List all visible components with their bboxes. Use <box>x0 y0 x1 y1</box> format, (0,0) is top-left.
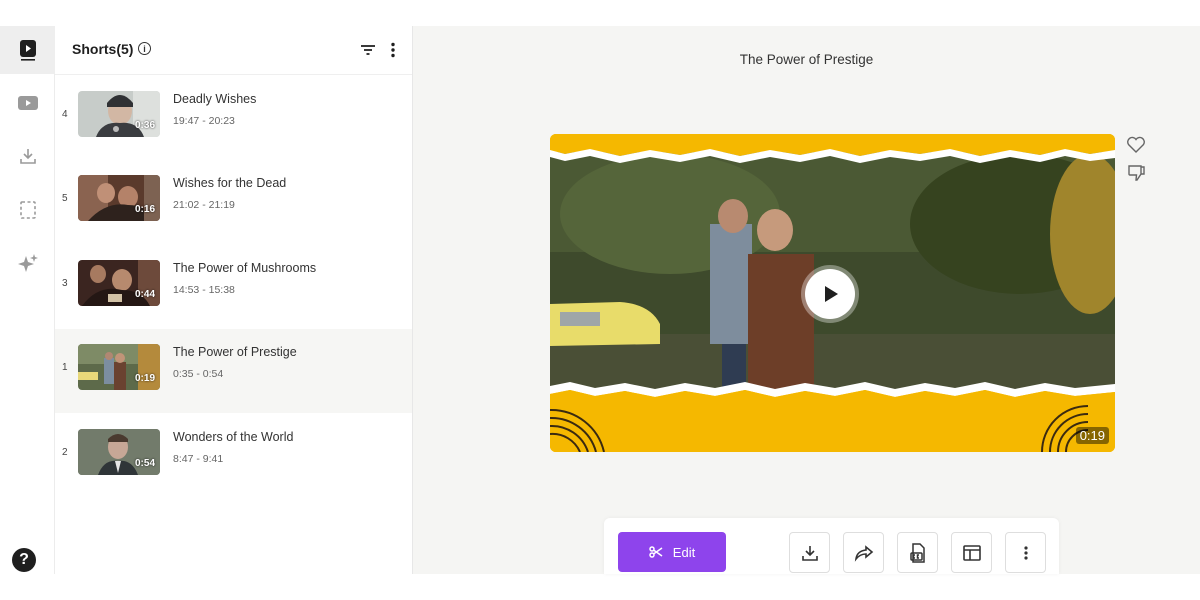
clip-time-range: 0:35 - 0:54 <box>173 368 224 380</box>
layout-button[interactable] <box>951 532 992 573</box>
clip-item-selected[interactable]: 1 0:19 The Power of Prestige 0:35 - 0:54 <box>55 329 412 413</box>
play-button[interactable] <box>805 269 855 319</box>
clip-title: Wonders of the World <box>173 430 294 444</box>
edit-label: Edit <box>672 544 696 560</box>
list-header: Shorts(5) i <box>55 26 412 75</box>
nav-rail: ? <box>0 26 55 574</box>
info-icon[interactable]: i <box>138 42 151 55</box>
shorts-icon <box>19 40 36 61</box>
clip-rank: 1 <box>62 362 68 373</box>
clip-time-range: 8:47 - 9:41 <box>173 453 224 465</box>
clip-title: Wishes for the Dead <box>173 176 287 190</box>
clip-item[interactable]: 2 0:54 Wonders of the World 8:47 - 9:41 <box>55 414 412 498</box>
filter-icon[interactable] <box>358 40 378 60</box>
clip-item[interactable]: 4 0:36 Deadly Wishes 19:47 - 20:23 <box>55 76 412 160</box>
clip-rank: 4 <box>62 109 68 120</box>
more-vertical-icon <box>1023 545 1028 560</box>
clip-thumbnail: 0:36 <box>78 91 160 137</box>
sparkle-icon <box>17 254 38 272</box>
clip-title: The Power of Mushrooms <box>173 261 317 275</box>
shorts-list-panel: Shorts(5) i 4 0:36 Deadly Wishes 19:47 -… <box>55 26 413 574</box>
play-icon <box>825 286 838 302</box>
share-button[interactable] <box>843 532 884 573</box>
clip-duration: 0:36 <box>134 120 155 131</box>
thumbs-down-icon[interactable] <box>1127 164 1147 182</box>
rail-youtube[interactable] <box>0 79 55 127</box>
list-title: Shorts(5) <box>72 41 134 57</box>
clip-time-range: 19:47 - 20:23 <box>173 115 235 127</box>
edit-button[interactable]: Edit <box>618 532 726 572</box>
download-icon <box>801 545 818 561</box>
player-duration: 0:19 <box>1075 427 1109 444</box>
rail-crop[interactable] <box>0 186 55 234</box>
heart-icon[interactable] <box>1126 136 1146 154</box>
clip-duration: 0:16 <box>134 204 155 215</box>
download-button[interactable] <box>789 532 830 573</box>
clip-rank: 3 <box>62 278 68 289</box>
crop-icon <box>19 201 36 219</box>
clip-title: The Power of Prestige <box>173 345 297 359</box>
download-icon <box>19 149 36 164</box>
clip-rank: 2 <box>62 447 68 458</box>
layout-icon <box>962 544 981 561</box>
clip-thumbnail: 0:44 <box>78 260 160 306</box>
app: ? Shorts(5) i 4 0:36 Deadly Wishes 19:47… <box>0 26 1200 574</box>
rail-ai[interactable] <box>0 240 55 288</box>
rail-shorts[interactable] <box>0 26 55 74</box>
more-button[interactable] <box>1005 532 1046 573</box>
clip-time-range: 21:02 - 21:19 <box>173 199 235 211</box>
captions-button[interactable] <box>897 532 938 573</box>
more-options-icon[interactable] <box>384 40 402 60</box>
captions-file-icon <box>909 542 925 563</box>
clip-duration: 0:19 <box>134 373 155 384</box>
action-toolbar: Edit <box>604 518 1059 574</box>
help-icon[interactable]: ? <box>12 548 36 572</box>
clip-item[interactable]: 5 0:16 Wishes for the Dead 21:02 - 21:19 <box>55 160 412 244</box>
youtube-icon <box>17 96 38 110</box>
clip-duration: 0:54 <box>134 458 155 469</box>
video-player[interactable]: 0:19 <box>550 134 1115 452</box>
clip-duration: 0:44 <box>134 289 155 300</box>
clip-rank: 5 <box>62 193 68 204</box>
scissors-icon <box>649 546 663 558</box>
video-title: The Power of Prestige <box>739 52 874 67</box>
clip-title: Deadly Wishes <box>173 92 257 106</box>
clip-item[interactable]: 3 0:44 The Power of Mushrooms 14:53 - 15… <box>55 245 412 329</box>
clip-time-range: 14:53 - 15:38 <box>173 284 235 296</box>
share-icon <box>854 544 873 562</box>
preview-area: The Power of Prestige 0:19 Edit <box>413 26 1200 574</box>
clip-thumbnail: 0:16 <box>78 175 160 221</box>
rail-download[interactable] <box>0 132 55 180</box>
clip-thumbnail: 0:19 <box>78 344 160 390</box>
clip-thumbnail: 0:54 <box>78 429 160 475</box>
